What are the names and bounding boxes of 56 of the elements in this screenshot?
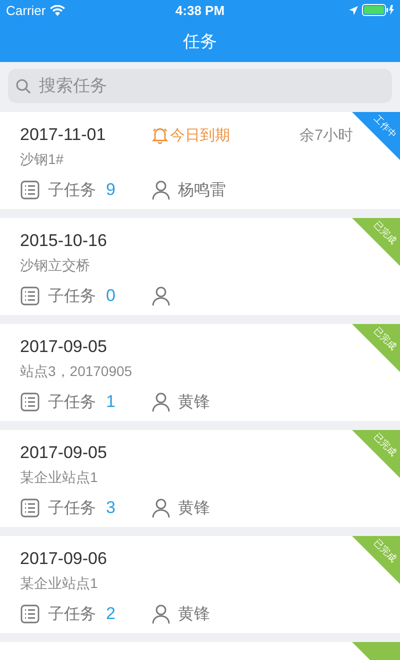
subtask-label: 子任务 <box>48 604 96 624</box>
task-date: 2017-11-01 <box>20 125 107 145</box>
status-label: 已完成 <box>372 326 398 352</box>
subtask-count: 3 <box>106 498 116 518</box>
task-date: 2017-09-06 <box>20 549 108 569</box>
subtask-count: 0 <box>106 286 116 306</box>
status-label: 已完成 <box>372 538 398 564</box>
subtask-label: 子任务 <box>48 392 96 412</box>
task-name: 站点3，20170905 <box>20 363 134 381</box>
assignee-name: 黄锋 <box>178 498 210 518</box>
task-name: 沙钢1# <box>20 151 65 169</box>
subtask-label: 子任务 <box>48 180 96 200</box>
subtask-label: 子任务 <box>48 286 96 306</box>
list-icon <box>20 392 40 412</box>
assignee-name: 杨鸣雷 <box>178 180 226 200</box>
task-date: 2015-10-16 <box>20 231 108 251</box>
subtask-count: 2 <box>106 604 116 624</box>
task-card[interactable]: 2015-10-16 沙钢立交桥 子任务 0 已完成 <box>0 218 400 315</box>
due-today-label: 今日到期 <box>170 126 230 144</box>
task-name: 沙钢立交桥 <box>20 257 91 275</box>
wifi-icon <box>50 4 65 16</box>
clock-time: 4:38 PM <box>175 2 225 18</box>
carrier-label: Carrier <box>6 2 46 18</box>
list-icon <box>20 498 40 518</box>
subtask-count: 9 <box>106 180 116 200</box>
list-icon <box>20 180 40 200</box>
page-title: 任务 <box>183 30 217 52</box>
assignee-name: 黄锋 <box>178 392 210 412</box>
task-date: 2017-09-05 <box>20 443 108 463</box>
task-date: 2017-09-05 <box>20 337 108 357</box>
location-arrow-icon <box>348 6 358 14</box>
subtask-label: 子任务 <box>48 498 96 518</box>
assignee-name: 黄锋 <box>178 604 210 624</box>
bell-icon <box>152 126 168 144</box>
task-name: 某企业站点1 <box>20 469 99 487</box>
status-label: 已完成 <box>372 432 398 458</box>
person-icon <box>152 392 170 412</box>
person-icon <box>152 286 170 306</box>
list-icon <box>20 286 40 306</box>
person-icon <box>152 604 170 624</box>
task-card[interactable]: 2017-09-05 站点3，20170905 子任务 1 黄锋 已完成 <box>0 324 400 421</box>
task-card[interactable]: 2017-11-01 今日到期 余7小时 沙钢1# 子任务 9 杨鸣雷 工作中 <box>0 112 400 209</box>
subtask-count: 1 <box>106 392 116 412</box>
status-label: 工作中 <box>372 114 398 140</box>
status-label: 已完成 <box>372 220 398 246</box>
task-card[interactable]: 2017-09-06 某企业站点1 子任务 2 黄锋 已完成 <box>0 536 400 633</box>
search-field[interactable]: 搜索任务 <box>8 69 392 103</box>
time-remaining: 余7小时 <box>300 126 353 144</box>
search-icon <box>16 78 31 94</box>
person-icon <box>152 180 170 200</box>
list-icon <box>20 604 40 624</box>
person-icon <box>152 498 170 518</box>
task-name: 某企业站点1 <box>20 575 99 593</box>
battery-icon <box>362 4 394 16</box>
search-input[interactable]: 搜索任务 <box>37 75 384 97</box>
task-card[interactable]: 2017-09-05 某企业站点1 子任务 3 黄锋 已完成 <box>0 430 400 527</box>
